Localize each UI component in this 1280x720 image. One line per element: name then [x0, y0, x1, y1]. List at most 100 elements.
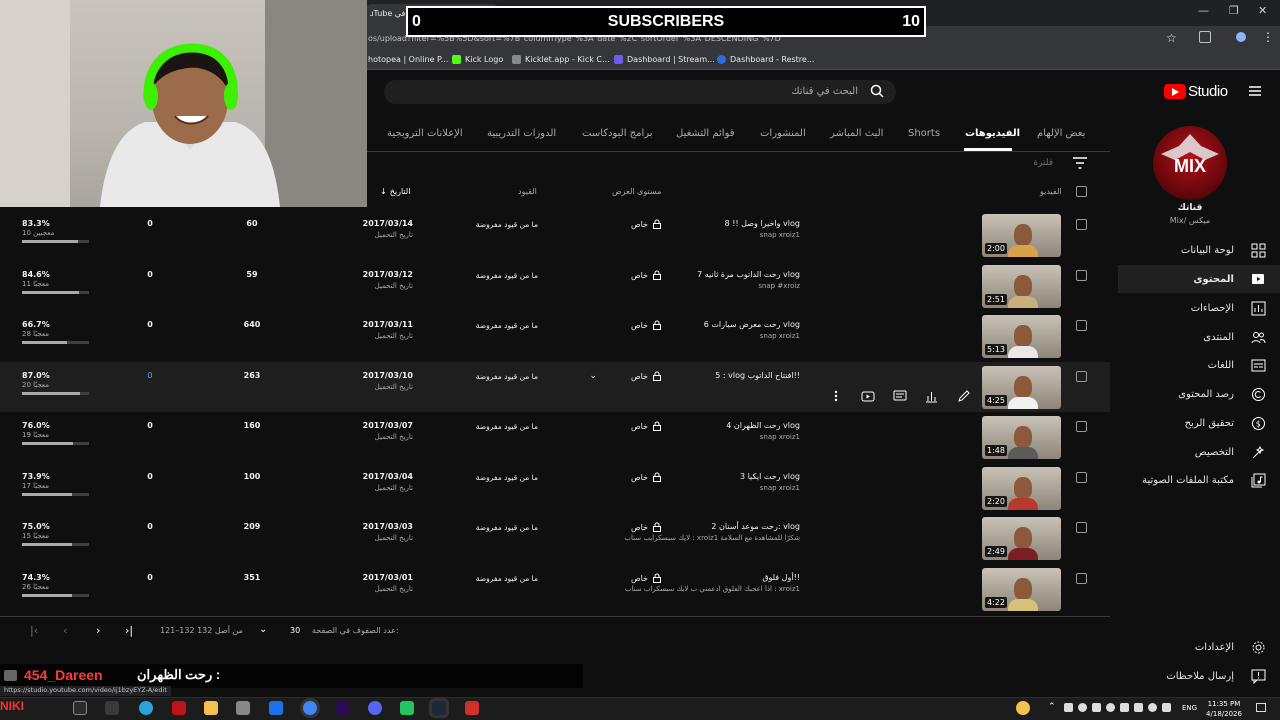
table-row[interactable]: 5:13 رحت معرض سيارات 6 vlog snap xroiz1 خاص…: [0, 311, 1110, 361]
chevron-down-icon[interactable]: ⌄: [259, 624, 267, 635]
row-checkbox[interactable]: [1076, 472, 1087, 483]
youtube-logo-icon[interactable]: [1164, 84, 1186, 99]
chrome-icon[interactable]: [303, 701, 317, 715]
tab-posts[interactable]: المنشورات: [760, 128, 806, 139]
video-thumbnail[interactable]: 2:20: [982, 467, 1061, 510]
filter-icon[interactable]: [1073, 157, 1087, 169]
table-row[interactable]: 2:49 رحت موعد أسنان 2: vlog لايك سبسكرايب …: [0, 513, 1110, 563]
steam-icon[interactable]: [432, 701, 446, 715]
table-row[interactable]: 1:48 رحت الظهران 4 vlog snap xroiz1 خاص ما م…: [0, 412, 1110, 462]
column-date[interactable]: ↓ التاريخ: [380, 187, 410, 196]
discord-icon[interactable]: [368, 701, 382, 715]
table-row[interactable]: 4:25 5 : vlog افتتاح الداتوب!! ⌄ خاص ما من ق…: [0, 362, 1110, 412]
table-row[interactable]: 2:51 رحت الداتوب مرة ثانيه 7 vlog snap #xr…: [0, 261, 1110, 311]
visibility-cell[interactable]: خاص: [612, 270, 662, 280]
task-view-icon[interactable]: [105, 701, 119, 715]
tab-courses[interactable]: الدورات التدريبية: [487, 128, 556, 139]
video-title[interactable]: رحت ايكيا 3 vlog: [740, 472, 800, 481]
tray-overflow-icon[interactable]: ⌃: [1048, 702, 1056, 712]
tab-live[interactable]: البث المباشر: [830, 128, 883, 139]
video-thumbnail[interactable]: 2:51: [982, 265, 1061, 308]
video-title[interactable]: رحت معرض سيارات 6 vlog: [704, 320, 800, 329]
mail-icon[interactable]: [269, 701, 283, 715]
visibility-cell[interactable]: خاص: [612, 421, 662, 431]
row-checkbox[interactable]: [1076, 270, 1087, 281]
video-thumbnail[interactable]: 5:13: [982, 315, 1061, 358]
bookmark-star-icon[interactable]: ☆: [1166, 31, 1177, 45]
filter-input[interactable]: فلترة: [1020, 158, 1053, 168]
youtube-view-icon[interactable]: [858, 388, 877, 404]
comments-cell[interactable]: 0: [120, 371, 180, 380]
edge-icon[interactable]: [139, 701, 153, 715]
next-page-icon[interactable]: ›: [96, 624, 100, 637]
search-taskbar-icon[interactable]: [73, 701, 87, 715]
row-checkbox[interactable]: [1076, 522, 1087, 533]
video-thumbnail[interactable]: 2:00: [982, 214, 1061, 257]
app-icon[interactable]: [465, 701, 479, 715]
store-icon[interactable]: [236, 701, 250, 715]
clock[interactable]: 11:35 PM 4/18/2026: [1200, 699, 1248, 719]
row-checkbox[interactable]: [1076, 320, 1087, 331]
tab-inspiration[interactable]: بعض الإلهام: [1037, 128, 1085, 139]
restore-icon[interactable]: ❐: [1229, 4, 1239, 17]
row-checkbox[interactable]: [1076, 219, 1087, 230]
video-title[interactable]: رحت الداتوب مرة ثانيه 7 vlog: [697, 270, 800, 279]
extensions-icon[interactable]: [1199, 31, 1211, 43]
visibility-cell[interactable]: خاص: [612, 472, 662, 482]
tab-playlists[interactable]: قوائم التشغيل: [676, 128, 735, 139]
bookmark-item[interactable]: Dashboard - Restre...: [717, 55, 814, 64]
options-icon[interactable]: [826, 388, 845, 404]
system-tray[interactable]: [1064, 703, 1174, 712]
app-icon[interactable]: [400, 701, 414, 715]
browser-menu-icon[interactable]: ⋮: [1262, 30, 1274, 44]
video-thumbnail[interactable]: 1:48: [982, 416, 1061, 459]
weather-icon[interactable]: [1016, 701, 1030, 715]
app-icon[interactable]: [172, 701, 186, 715]
profile-avatar[interactable]: [1234, 30, 1248, 44]
video-thumbnail[interactable]: 4:25: [982, 366, 1061, 409]
tab-videos[interactable]: الفيديوهات: [965, 128, 1020, 139]
search-icon[interactable]: [870, 84, 884, 98]
last-page-icon[interactable]: ›|: [125, 624, 133, 637]
visibility-cell[interactable]: ⌄ خاص: [589, 371, 662, 381]
studio-logo[interactable]: Studio: [1188, 83, 1228, 100]
premiere-icon[interactable]: [335, 701, 349, 715]
visibility-cell[interactable]: خاص: [612, 219, 662, 229]
row-checkbox[interactable]: [1076, 421, 1087, 432]
hamburger-menu-icon[interactable]: [1248, 84, 1262, 98]
visibility-cell[interactable]: خاص: [612, 573, 662, 583]
video-title[interactable]: واخيرا وصل !! 8 vlog: [725, 219, 800, 228]
bookmark-item[interactable]: Kicklet.app - Kick C...: [512, 55, 610, 64]
column-visibility[interactable]: مستوى العرض: [612, 187, 661, 196]
select-all-checkbox[interactable]: [1076, 186, 1087, 197]
video-title[interactable]: 5 : vlog افتتاح الداتوب!!: [715, 371, 800, 380]
tab-promotions[interactable]: الإعلانات الترويجية: [387, 128, 463, 139]
notifications-icon[interactable]: [1256, 703, 1266, 712]
minimize-icon[interactable]: —: [1198, 4, 1209, 17]
comments-icon[interactable]: [890, 388, 909, 404]
rows-per-page-value[interactable]: 30: [290, 626, 300, 635]
visibility-cell[interactable]: خاص: [612, 320, 662, 330]
edit-pencil-icon[interactable]: [954, 388, 973, 404]
visibility-cell[interactable]: خاص: [612, 522, 662, 532]
prev-page-icon[interactable]: ‹: [63, 624, 67, 637]
channel-avatar[interactable]: MIX: [1153, 126, 1227, 200]
video-title[interactable]: أول فلوق!!: [762, 573, 800, 582]
table-row[interactable]: 4:22 أول فلوق!! اذا اعجبك الفلوق ادعمني ب …: [0, 564, 1110, 614]
row-checkbox[interactable]: [1076, 371, 1087, 382]
analytics-icon[interactable]: [922, 388, 941, 404]
video-title[interactable]: رحت موعد أسنان 2: vlog: [711, 522, 800, 531]
bookmark-item[interactable]: Kick Logo: [452, 55, 503, 64]
first-page-icon[interactable]: |‹: [30, 624, 38, 637]
video-title[interactable]: رحت الظهران 4 vlog: [726, 421, 800, 430]
tab-podcasts[interactable]: برامج البودكاست: [582, 128, 653, 139]
row-checkbox[interactable]: [1076, 573, 1087, 584]
video-thumbnail[interactable]: 2:49: [982, 517, 1061, 560]
column-restrictions[interactable]: القيود: [518, 187, 537, 196]
close-window-icon[interactable]: ✕: [1258, 4, 1267, 17]
bookmark-item[interactable]: Dashboard | Stream...: [614, 55, 715, 64]
bookmark-item[interactable]: hotopea | Online P...: [368, 55, 448, 64]
tab-shorts[interactable]: Shorts: [908, 128, 940, 139]
table-row[interactable]: 2:00 واخيرا وصل !! 8 vlog snap xroiz1 خاص ما…: [0, 210, 1110, 260]
language-indicator[interactable]: ENG: [1182, 704, 1197, 712]
